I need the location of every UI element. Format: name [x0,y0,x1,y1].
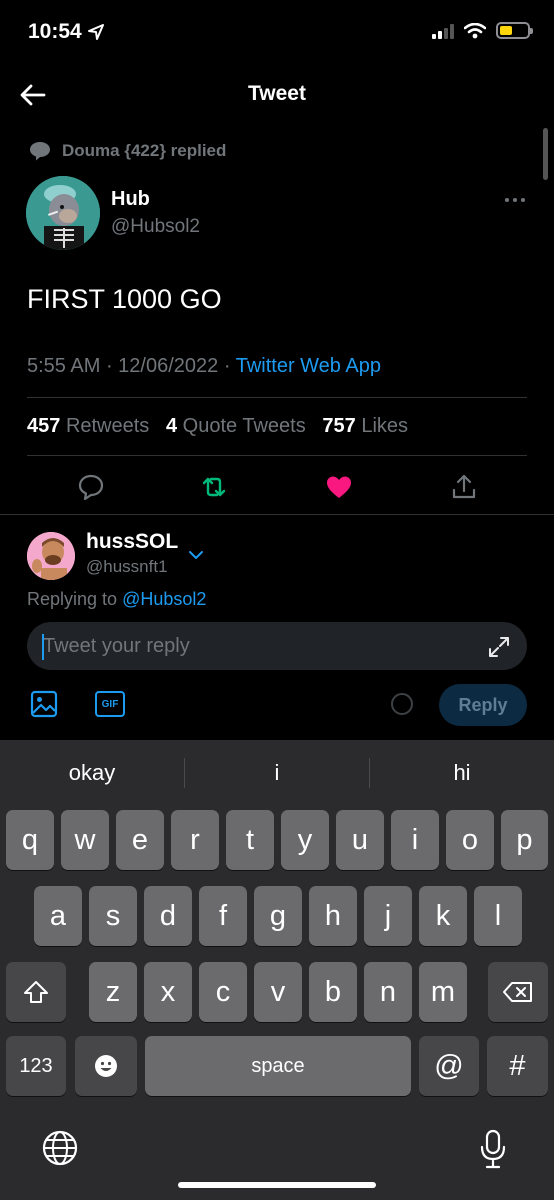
key-p[interactable]: p [501,810,548,870]
retweet-icon[interactable] [199,472,229,502]
ape-avatar-icon [26,176,100,250]
key-t[interactable]: t [226,810,274,870]
key-u[interactable]: u [336,810,384,870]
key-k[interactable]: k [419,886,467,946]
emoji-key[interactable] [75,1036,137,1096]
keyboard-suggestions: okay i hi [0,740,554,806]
share-icon[interactable] [449,472,479,502]
tweet-actions [0,466,554,506]
retweets-stat[interactable]: 457 Retweets [27,415,149,437]
quote-tweets-stat[interactable]: 4 Quote Tweets [166,415,306,437]
user-name: hussSOL [86,530,179,553]
divider [27,455,527,456]
key-j[interactable]: j [364,886,412,946]
key-f[interactable]: f [199,886,247,946]
globe-icon[interactable] [40,1128,80,1168]
liked-heart-icon[interactable] [324,472,354,502]
key-w[interactable]: w [61,810,109,870]
status-indicators [432,22,533,39]
key-l[interactable]: l [474,886,522,946]
author-name[interactable]: Hub [111,188,150,211]
reply-input[interactable] [27,622,527,670]
key-b[interactable]: b [309,962,357,1022]
key-v[interactable]: v [254,962,302,1022]
user-avatar[interactable] [27,532,75,580]
author-handle[interactable]: @Hubsol2 [111,216,200,238]
expand-icon[interactable] [486,634,512,660]
battery-icon [496,22,533,39]
gif-button[interactable]: GIF [95,691,125,717]
tweet-source-link[interactable]: Twitter Web App [236,355,381,377]
reply-icon[interactable] [76,472,106,502]
text-caret [42,634,44,660]
key-z[interactable]: z [89,962,137,1022]
key-n[interactable]: n [364,962,412,1022]
key-y[interactable]: y [281,810,329,870]
status-time: 10:54 [28,20,104,44]
replying-mention-link[interactable]: @Hubsol2 [122,589,206,609]
image-icon[interactable] [29,689,59,719]
reply-button[interactable]: Reply [439,684,527,726]
speech-bubble-icon [30,142,50,161]
key-a[interactable]: a [34,886,82,946]
key-h[interactable]: h [309,886,357,946]
suggestion-item[interactable]: okay [0,760,184,786]
user-avatar-icon [27,532,75,580]
home-indicator[interactable] [178,1182,376,1188]
key-g[interactable]: g [254,886,302,946]
key-m[interactable]: m [419,962,467,1022]
scroll-indicator [543,128,548,180]
page-title: Tweet [248,82,306,105]
shift-key[interactable] [6,962,66,1022]
clock: 10:54 [28,20,82,43]
user-handle: @hussnft1 [86,557,168,576]
key-o[interactable]: o [446,810,494,870]
hash-key[interactable]: # [487,1036,548,1096]
meta-separator: · [100,355,119,377]
status-bar: 10:54 [0,0,554,66]
numbers-key[interactable]: 123 [6,1036,66,1096]
key-e[interactable]: e [116,810,164,870]
reply-context-text: Douma {422} replied [62,141,227,160]
wifi-icon [464,22,486,38]
key-x[interactable]: x [144,962,192,1022]
likes-stat[interactable]: 757 Likes [322,415,408,437]
tweet-meta: 5:55 AM · 12/06/2022 · Twitter Web App [27,355,381,378]
key-d[interactable]: d [144,886,192,946]
cellular-signal-icon [432,23,454,39]
tweet-time: 5:55 AM [27,355,101,377]
account-switch-chevron-down-icon[interactable] [186,545,206,565]
key-q[interactable]: q [6,810,54,870]
suggestion-item[interactable]: i [185,760,369,786]
character-count-indicator [391,693,413,715]
microphone-icon[interactable] [478,1128,508,1170]
reply-context[interactable]: Douma {422} replied [28,140,226,162]
backspace-icon [503,982,532,1002]
tweet-stats: 457 Retweets 4 Quote Tweets 757 Likes [27,415,408,438]
emoji-icon [95,1055,117,1077]
key-s[interactable]: s [89,886,137,946]
more-options-icon[interactable] [504,196,526,204]
suggestion-item[interactable]: hi [370,760,554,786]
replying-to: Replying to @Hubsol2 [27,589,206,610]
author-avatar[interactable] [26,176,100,250]
divider [27,397,527,398]
meta-separator-2: · [218,355,236,377]
key-i[interactable]: i [391,810,439,870]
tweet-text: FIRST 1000 GO [27,284,222,314]
keyboard: okay i hi q w e r t y u i o p a s d f g … [0,740,554,1200]
at-key[interactable]: @ [419,1036,479,1096]
backspace-key[interactable] [488,962,548,1022]
location-arrow-icon [87,24,104,40]
shift-arrow-icon [24,981,48,1003]
key-c[interactable]: c [199,962,247,1022]
tweet-date: 12/06/2022 [118,355,219,377]
header: Tweet [0,66,554,122]
divider [0,514,554,515]
replying-prefix: Replying to [27,589,123,609]
space-key[interactable]: space [145,1036,411,1096]
key-r[interactable]: r [171,810,219,870]
